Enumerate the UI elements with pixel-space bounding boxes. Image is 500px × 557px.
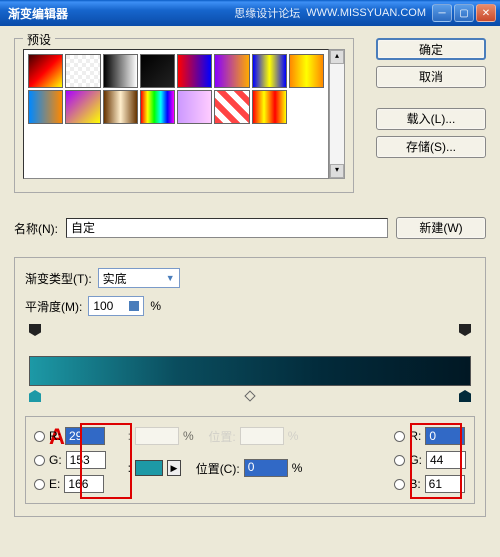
- preset-swatch[interactable]: [28, 90, 63, 124]
- cancel-button[interactable]: 取消: [376, 66, 486, 88]
- preset-swatch[interactable]: [65, 90, 100, 124]
- preset-swatch[interactable]: [252, 54, 287, 88]
- preset-swatch[interactable]: [103, 90, 138, 124]
- preset-swatch[interactable]: [177, 90, 212, 124]
- annotation-box-left: [80, 423, 132, 499]
- color-chip[interactable]: [135, 460, 163, 476]
- preset-swatch[interactable]: [140, 90, 175, 124]
- close-button[interactable]: ✕: [476, 4, 496, 22]
- smoothness-input[interactable]: 100: [88, 296, 144, 316]
- name-label: 名称(N):: [14, 220, 58, 237]
- color-stop-left[interactable]: [29, 390, 41, 402]
- scroll-track[interactable]: [330, 64, 344, 164]
- scroll-down-icon[interactable]: ▾: [330, 164, 344, 178]
- opacity-pos-input[interactable]: [240, 427, 284, 445]
- save-button[interactable]: 存储(S)...: [376, 136, 486, 158]
- gradient-bar[interactable]: [29, 356, 471, 386]
- preset-legend: 预设: [23, 31, 55, 48]
- gradient-editor: 渐变类型(T): 实底 ▼ 平滑度(M): 100 %: [14, 257, 486, 517]
- preset-swatch[interactable]: [252, 90, 287, 124]
- titlebar: 渐变编辑器 思缘设计论坛 WWW.MISSYUAN.COM ─ ▢ ✕: [0, 0, 500, 26]
- opacity-stop-left[interactable]: [29, 324, 41, 336]
- b-radio-right[interactable]: [394, 479, 405, 490]
- preset-swatch[interactable]: [65, 54, 100, 88]
- preset-scrollbar[interactable]: ▴ ▾: [329, 49, 345, 179]
- midpoint-diamond[interactable]: [244, 390, 255, 401]
- new-button[interactable]: 新建(W): [396, 217, 486, 239]
- watermark-url: WWW.MISSYUAN.COM: [306, 7, 426, 19]
- watermark: 思缘设计论坛: [234, 5, 300, 21]
- chevron-down-icon: ▼: [166, 273, 175, 283]
- preset-swatch[interactable]: [289, 54, 324, 88]
- preset-fieldset: 预设 ▴ ▾: [14, 38, 354, 193]
- gradient-type-select[interactable]: 实底 ▼: [98, 268, 180, 288]
- preset-swatch[interactable]: [28, 54, 63, 88]
- preset-swatch[interactable]: [214, 90, 249, 124]
- opacity-input[interactable]: [135, 427, 179, 445]
- annotation-box-right: [410, 423, 462, 499]
- r-radio-left[interactable]: [34, 431, 45, 442]
- opacity-stop-right[interactable]: [459, 324, 471, 336]
- name-input[interactable]: 自定: [66, 218, 388, 238]
- smoothness-label: 平滑度(M):: [25, 298, 82, 315]
- preset-swatch[interactable]: [177, 54, 212, 88]
- preset-swatch-grid[interactable]: [23, 49, 329, 179]
- g-radio-left[interactable]: [34, 455, 45, 466]
- ok-button[interactable]: 确定: [376, 38, 486, 60]
- scroll-up-icon[interactable]: ▴: [330, 50, 344, 64]
- slider-icon: [129, 301, 139, 311]
- preset-swatch[interactable]: [214, 54, 249, 88]
- g-radio-right[interactable]: [394, 455, 405, 466]
- color-panel: R:29 G:153 E:166 :% 位置:% :▶ 位置(C):0% R:0…: [25, 416, 475, 504]
- minimize-button[interactable]: ─: [432, 4, 452, 22]
- preset-swatch[interactable]: [140, 54, 175, 88]
- color-picker-arrow-icon[interactable]: ▶: [167, 460, 181, 476]
- maximize-button[interactable]: ▢: [454, 4, 474, 22]
- window-title: 渐变编辑器: [4, 5, 234, 22]
- color-pos-input[interactable]: 0: [244, 459, 288, 477]
- b-radio-left[interactable]: [34, 479, 45, 490]
- gradient-type-label: 渐变类型(T):: [25, 270, 92, 287]
- preset-swatch[interactable]: [103, 54, 138, 88]
- load-button[interactable]: 载入(L)...: [376, 108, 486, 130]
- r-radio-right[interactable]: [394, 431, 405, 442]
- color-stop-right[interactable]: [459, 390, 471, 402]
